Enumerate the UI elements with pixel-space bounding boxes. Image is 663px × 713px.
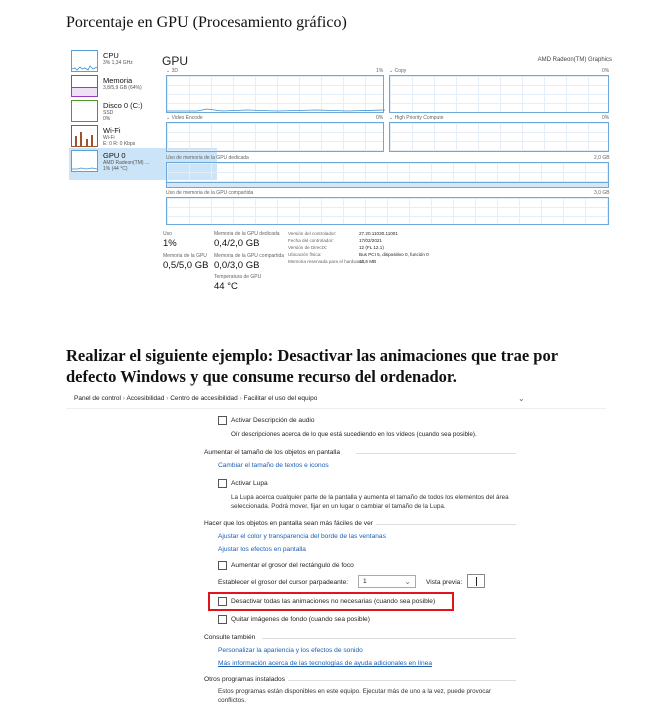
audio-description-checkbox[interactable] <box>218 416 227 425</box>
section-heading-example: Realizar el siguiente ejemplo: Desactiva… <box>66 346 558 386</box>
shared-memory-graph <box>166 197 609 225</box>
stat-usage-label: Uso <box>163 231 172 237</box>
other-programs-desc: Estos programas están disponibles en est… <box>218 688 492 704</box>
gpu-graph-thumb <box>71 150 98 172</box>
sidebar-gpu-title: GPU 0 <box>103 151 126 160</box>
detail-value: Bus PCI 5, dispositivo 0, función 0 <box>359 252 429 257</box>
breadcrumb-item[interactable]: Centro de accesibilidad <box>170 395 238 402</box>
memory-graph-thumb <box>71 75 98 97</box>
sidebar-cpu-sub: 3% 1,34 GHz <box>103 60 133 66</box>
magnifier-checkbox[interactable] <box>218 479 227 488</box>
cursor-thickness-value: 1 <box>363 578 367 585</box>
disable-animations-label: Desactivar todas las animaciones no nece… <box>231 598 436 605</box>
engine-hpc-pct: 0% <box>602 115 610 121</box>
stat-shared-label: Memoria de la GPU compartida <box>214 253 285 259</box>
control-panel-window: Panel de control › Accesibilidad › Centr… <box>66 389 606 713</box>
stat-dedicated-value: 0,4/2,0 GB <box>214 238 260 249</box>
detail-value: 17/02/2021 <box>359 238 382 243</box>
chevron-down-icon[interactable]: ⌄ <box>518 394 525 403</box>
disable-animations-checkbox[interactable] <box>218 597 227 606</box>
visibility-section-title: Hacer que los objetos en pantalla sean m… <box>204 520 373 527</box>
sidebar-gpu-sub: AMD Radeon(TM) ... 1% (44 °C) <box>103 160 150 172</box>
engine-videoencode-label: ⌄ Video Encode <box>166 115 203 121</box>
enlarge-section-title: Aumentar el tamaño de los objetos en pan… <box>204 449 340 456</box>
engine-3d-pct: 1% <box>376 68 384 74</box>
dedicated-memory-max: 2,0 GB <box>594 155 610 161</box>
stat-usage-value: 1% <box>163 238 177 249</box>
screen-effects-link[interactable]: Ajustar los efectos en pantalla <box>218 546 306 553</box>
divider <box>356 453 516 454</box>
engine-3d-graph <box>166 75 385 113</box>
focus-rectangle-label: Aumentar el grosor del rectángulo de foc… <box>231 562 354 569</box>
engine-videoencode-pct: 0% <box>376 115 384 121</box>
breadcrumb-item[interactable]: Accesibilidad <box>126 395 164 402</box>
engine-copy-pct: 0% <box>602 68 610 74</box>
detail-key: Versión del controlador: <box>288 231 337 236</box>
engine-copy-label: ⌄ Copy <box>389 68 407 74</box>
dedicated-memory-graph <box>166 162 609 188</box>
detail-value: 12 (FL 12.1) <box>359 245 384 250</box>
detail-key: Versión de DirectX: <box>288 245 328 250</box>
personalize-link[interactable]: Personalizar la apariencia y los efectos… <box>218 647 363 654</box>
magnifier-desc: La Lupa acerca cualquier parte de la pan… <box>231 494 509 510</box>
disk-graph-thumb <box>71 100 98 122</box>
stat-dedicated-label: Memoria de la GPU dedicada <box>214 231 280 237</box>
remove-background-checkbox[interactable] <box>218 615 227 624</box>
divider <box>288 680 516 681</box>
stat-temp-label: Temperatura de GPU <box>214 274 262 280</box>
stat-shared-value: 0,0/3,0 GB <box>214 260 260 271</box>
stat-gpu-memory-label: Memoria de la GPU <box>163 253 207 259</box>
breadcrumb-item[interactable]: Panel de control <box>74 395 121 402</box>
sidebar-memory-title: Memoria <box>103 76 133 85</box>
dedicated-memory-label: Uso de memoria de la GPU dedicada <box>166 155 249 161</box>
detail-value: 13,6 MB <box>359 259 377 264</box>
wifi-graph-thumb <box>71 125 98 147</box>
section-heading-gpu: Porcentaje en GPU (Procesamiento gráfico… <box>66 14 347 31</box>
preview-label: Vista previa: <box>426 579 463 586</box>
cpu-graph-thumb <box>71 50 98 72</box>
task-manager-panel: CPU 3% 1,34 GHz Memoria 3,8/5,9 GB (64%)… <box>66 48 618 295</box>
engine-hpc-label: ⌄ High Priority Compute <box>389 115 444 121</box>
remove-background-label: Quitar imágenes de fondo (cuando sea pos… <box>231 616 370 623</box>
shared-memory-label: Uso de memoria de la GPU compartida <box>166 190 254 196</box>
sidebar-cpu-title: CPU <box>103 51 119 60</box>
window-color-link[interactable]: Ajustar el color y transparencia del bor… <box>218 533 386 540</box>
sidebar-disk-title: Disco 0 (C:) <box>103 101 143 110</box>
sidebar-disk-sub: SSD 0% <box>103 110 114 122</box>
stat-temp-value: 44 °C <box>214 281 238 292</box>
engine-hpc-graph <box>389 122 609 152</box>
magnifier-label: Activar Lupa <box>231 480 268 487</box>
sidebar-wifi-title: Wi-Fi <box>103 126 121 135</box>
engine-copy-graph <box>389 75 609 113</box>
sidebar-wifi-sub: Wi-Fi E: 0 R: 0 Kbps <box>103 135 136 147</box>
sidebar-memory-sub: 3,8/5,9 GB (64%) <box>103 85 142 91</box>
gpu-device-name: AMD Radeon(TM) Graphics <box>537 57 612 63</box>
breadcrumb-item[interactable]: Facilitar el uso del equipo <box>244 395 318 402</box>
cursor-thickness-select[interactable]: 1 ⌄ <box>358 575 416 588</box>
divider <box>262 638 516 639</box>
see-also-title: Consulte también <box>204 634 256 641</box>
audio-description-desc: Oír descripciones acerca de lo que está … <box>231 431 477 438</box>
resize-text-link[interactable]: Cambiar el tamaño de textos e iconos <box>218 462 329 469</box>
breadcrumb: Panel de control › Accesibilidad › Centr… <box>66 389 606 409</box>
focus-rectangle-checkbox[interactable] <box>218 561 227 570</box>
detail-value: 27.20.11030.11001 <box>359 231 398 236</box>
shared-memory-max: 3,0 GB <box>594 190 610 196</box>
other-programs-title: Otros programas instalados <box>204 676 285 683</box>
stat-gpu-memory-value: 0,5/5,0 GB <box>163 260 209 271</box>
engine-videoencode-graph <box>166 122 384 152</box>
divider <box>376 524 516 525</box>
more-info-link[interactable]: Más información acerca de las tecnología… <box>218 660 432 667</box>
cursor-preview-box <box>467 574 485 588</box>
gpu-title: GPU <box>162 54 189 68</box>
engine-3d-label: ⌄ 3D <box>166 68 178 74</box>
audio-description-label: Activar Descripción de audio <box>231 417 315 424</box>
cursor-thickness-label: Establecer el grosor del cursor parpadea… <box>218 579 349 586</box>
detail-key: Ubicación física: <box>288 252 322 257</box>
detail-key: Memoria reservada para el hardware: <box>288 259 365 264</box>
chevron-down-icon: ⌄ <box>404 577 411 586</box>
detail-key: Fecha del controlador: <box>288 238 334 243</box>
